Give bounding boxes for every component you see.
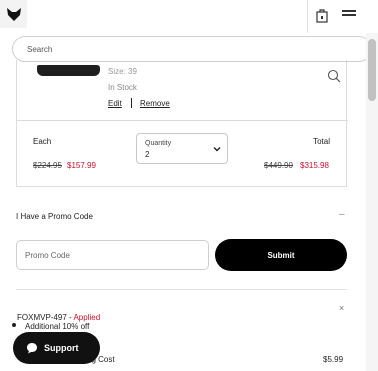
hamburger-menu-icon[interactable]: [342, 10, 356, 19]
edit-link[interactable]: Edit: [108, 99, 122, 108]
section-divider: [16, 289, 347, 290]
each-label: Each: [33, 137, 52, 146]
stock-status: In Stock: [108, 83, 137, 92]
search-zoom-icon[interactable]: [327, 69, 341, 83]
discount-description: Additional 10% off: [25, 322, 90, 331]
promo-code-heading[interactable]: I Have a Promo Code: [16, 212, 93, 221]
support-button[interactable]: Support: [13, 332, 100, 364]
submit-button[interactable]: Submit: [215, 239, 347, 271]
promo-code-input[interactable]: [16, 240, 209, 270]
shopping-bag-icon[interactable]: [316, 8, 328, 23]
total-label: Total: [313, 137, 330, 146]
support-label: Support: [44, 343, 79, 353]
quantity-value: 2: [145, 150, 150, 159]
applied-status: Applied: [73, 313, 101, 322]
quantity-label: Quantity: [145, 140, 172, 147]
search-bar[interactable]: [12, 36, 372, 62]
quantity-select[interactable]: Quantity 2: [136, 133, 228, 164]
each-sale-price: $157.99: [67, 161, 96, 170]
top-bar: [0, 0, 378, 33]
chat-bubble-icon: [27, 343, 37, 354]
collapse-icon[interactable]: –: [339, 209, 345, 220]
search-input[interactable]: [27, 42, 347, 57]
product-image[interactable]: [37, 65, 100, 76]
remove-link[interactable]: Remove: [140, 99, 170, 108]
topbar-divider: [307, 0, 308, 33]
total-sale-price: $315.98: [300, 161, 329, 170]
applied-promo-code: FOXMVP-497 - Applied: [17, 313, 100, 322]
close-icon[interactable]: ×: [339, 303, 344, 313]
each-original-price: $224.95: [33, 161, 62, 170]
fox-logo-icon[interactable]: [0, 0, 27, 28]
total-original-price: $449.90: [264, 161, 293, 170]
scrollbar-thumb[interactable]: [368, 39, 376, 101]
cart-item-card: Size: 39 In Stock Edit Remove Each $224.…: [16, 60, 348, 187]
product-size: Size: 39: [108, 67, 137, 76]
card-divider: [17, 120, 348, 121]
link-divider: [131, 98, 132, 108]
bullet-icon: [12, 323, 16, 327]
chevron-down-icon: [213, 147, 221, 152]
promo-code-text: FOXMVP-497: [17, 313, 67, 322]
shipping-cost-value: $5.99: [323, 355, 344, 364]
